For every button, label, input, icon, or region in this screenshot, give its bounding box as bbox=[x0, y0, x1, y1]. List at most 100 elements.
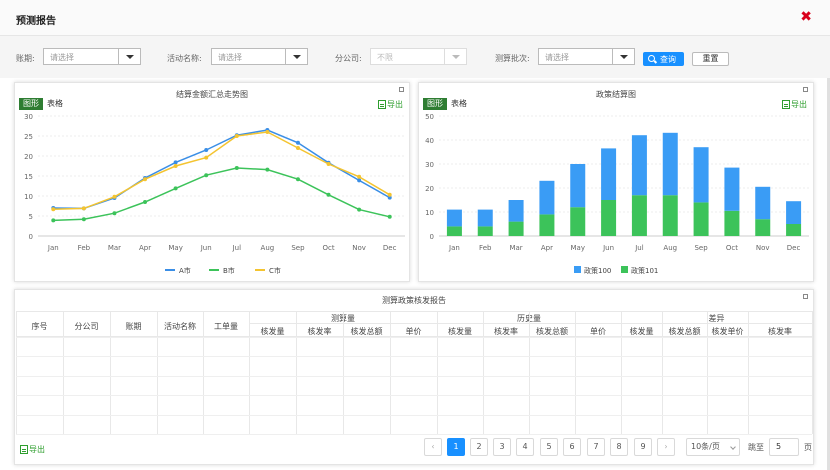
x-tick-label: Jan bbox=[47, 244, 59, 252]
batch-placeholder: 请选择 bbox=[545, 53, 569, 62]
y-tick-label: 10 bbox=[24, 193, 33, 201]
data-point bbox=[51, 207, 56, 212]
x-tick-label: Dec bbox=[383, 244, 397, 252]
data-point bbox=[204, 173, 209, 178]
table-header: 序号 分公司 账期 活动名称 工单量 测算量 核发量 核发率 核发总额 单价 历… bbox=[16, 311, 812, 337]
search-icon bbox=[648, 55, 655, 62]
close-icon[interactable]: ✖ bbox=[800, 9, 812, 25]
next-page-button[interactable]: › bbox=[657, 438, 675, 456]
y-tick-label: 15 bbox=[24, 173, 33, 181]
x-tick-label: Apr bbox=[139, 244, 151, 252]
legend-swatch bbox=[621, 266, 628, 273]
bar-chart: 0 10 20 30 40 50 Jan Feb Mar Apr May Jun Jul Aug Sep Oc… bbox=[425, 113, 809, 275]
x-tick-label: Jul bbox=[232, 244, 242, 252]
data-point bbox=[387, 214, 392, 219]
data-point bbox=[112, 194, 117, 199]
y-tick-label: 40 bbox=[425, 137, 434, 145]
table-row bbox=[16, 434, 812, 435]
page-5[interactable]: 5 bbox=[540, 438, 558, 456]
data-point bbox=[357, 174, 362, 179]
data-point bbox=[143, 177, 148, 182]
period-placeholder: 请选择 bbox=[50, 53, 74, 62]
maximize-icon[interactable] bbox=[803, 294, 808, 299]
col-hist-2: 核发总额 bbox=[536, 327, 568, 336]
data-point bbox=[234, 134, 239, 138]
col-orders: 工单量 bbox=[214, 322, 238, 331]
page-4[interactable]: 4 bbox=[516, 438, 534, 456]
table-row bbox=[16, 414, 812, 416]
bar-segment bbox=[693, 202, 709, 236]
bar-segment bbox=[570, 207, 586, 236]
page-3[interactable]: 3 bbox=[493, 438, 511, 456]
chevron-down-icon[interactable] bbox=[285, 49, 307, 64]
x-tick-label: Jan bbox=[448, 244, 460, 252]
page-9[interactable]: 9 bbox=[634, 438, 652, 456]
data-point bbox=[295, 177, 300, 182]
activity-select[interactable]: 请选择 bbox=[211, 48, 308, 65]
page-6[interactable]: 6 bbox=[563, 438, 581, 456]
bar-segment bbox=[755, 219, 771, 236]
x-tick-label: Jul bbox=[634, 244, 644, 252]
bar-segment bbox=[508, 221, 524, 236]
bar-segment bbox=[601, 200, 617, 236]
bar-chart-panel: 政策结算图 图形 表格 导出 0 10 20 30 40 50 Jan Feb Mar Apr Ma… bbox=[418, 82, 814, 282]
y-tick-label: 25 bbox=[24, 133, 33, 141]
x-tick-label: Sep bbox=[291, 244, 305, 252]
col-hist-0: 核发量 bbox=[448, 327, 472, 336]
chevron-down-icon[interactable] bbox=[612, 49, 634, 64]
col-diff-2: 核发单价 bbox=[711, 327, 744, 336]
prev-page-button[interactable]: ‹ bbox=[424, 438, 442, 456]
bar-segment bbox=[662, 195, 678, 236]
page-1[interactable]: 1 bbox=[447, 438, 465, 456]
bar-segment bbox=[446, 209, 462, 227]
legend-label: C市 bbox=[269, 266, 281, 275]
data-point bbox=[234, 166, 239, 170]
data-point bbox=[204, 155, 209, 160]
batch-select[interactable]: 请选择 bbox=[538, 48, 635, 65]
header-group-divider bbox=[249, 323, 812, 324]
page-2[interactable]: 2 bbox=[470, 438, 488, 456]
col-activity: 活动名称 bbox=[164, 322, 196, 331]
y-tick-label: 0 bbox=[430, 233, 434, 241]
x-tick-label: Apr bbox=[541, 244, 553, 252]
col-branch: 分公司 bbox=[74, 322, 99, 331]
reset-button[interactable]: 重置 bbox=[692, 52, 729, 66]
x-tick-label: Oct bbox=[726, 244, 738, 252]
bar-segment bbox=[662, 132, 678, 196]
bar-segment bbox=[601, 148, 617, 200]
chevron-down-icon[interactable] bbox=[118, 49, 140, 64]
legend-label: A市 bbox=[179, 266, 191, 275]
x-tick-label: May bbox=[168, 244, 182, 252]
activity-label: 活动名称: bbox=[167, 54, 202, 63]
jump-page-input[interactable]: 5 bbox=[769, 438, 799, 456]
line-chart-panel: 结算金额汇总走势图 图形 表格 导出 0 5 10 15 20 25 30 Jan Feb Mar… bbox=[14, 82, 410, 282]
y-tick-label: 10 bbox=[425, 209, 434, 217]
page-7[interactable]: 7 bbox=[587, 438, 605, 456]
bar-segment bbox=[631, 195, 647, 236]
query-label: 查询 bbox=[660, 55, 676, 64]
period-select[interactable]: 请选择 bbox=[43, 48, 141, 65]
x-tick-label: Sep bbox=[694, 244, 708, 252]
col-hist-3: 单价 bbox=[590, 327, 606, 336]
data-point bbox=[326, 162, 331, 166]
col-diff-3: 核发率 bbox=[768, 327, 792, 336]
x-tick-label: Jun bbox=[200, 244, 212, 252]
page-8[interactable]: 8 bbox=[610, 438, 628, 456]
col-period: 账期 bbox=[125, 322, 142, 331]
pagination: ‹ 1 2 3 4 5 6 7 8 9 › 10条/页 跳至 5 页 bbox=[0, 438, 830, 456]
col-calc-3: 单价 bbox=[405, 327, 422, 336]
page-size-select[interactable]: 10条/页 bbox=[686, 438, 740, 456]
series-line bbox=[53, 131, 391, 210]
table-row bbox=[16, 356, 812, 358]
bar-segment bbox=[570, 164, 586, 208]
table-row bbox=[16, 395, 812, 397]
query-button[interactable]: 查询 bbox=[643, 52, 684, 66]
data-point bbox=[326, 192, 331, 197]
bar-segment bbox=[631, 135, 647, 196]
jump-label: 跳至 bbox=[748, 443, 764, 452]
col-seq: 序号 bbox=[31, 322, 48, 331]
bar-segment bbox=[477, 226, 493, 236]
table-row bbox=[16, 375, 812, 377]
bar-segment bbox=[477, 209, 493, 227]
legend-label: B市 bbox=[223, 266, 235, 275]
